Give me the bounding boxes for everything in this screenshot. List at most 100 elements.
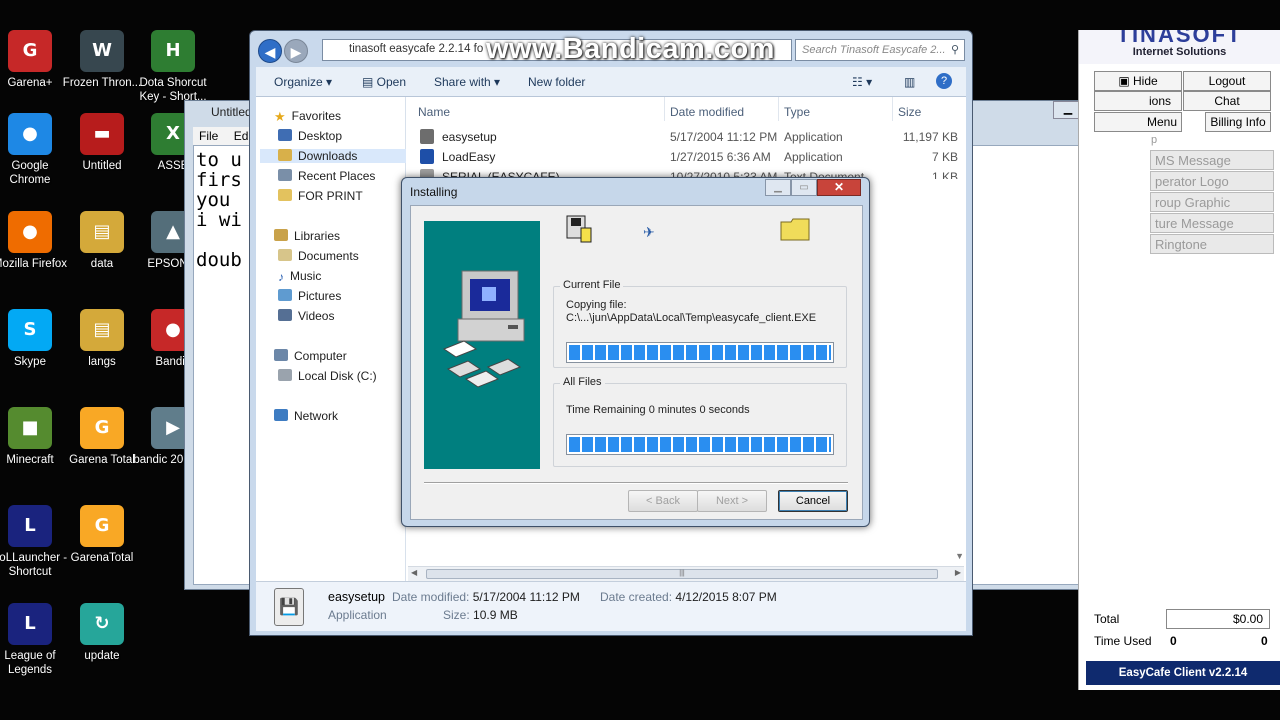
- group-graphic-button[interactable]: roup Graphic: [1150, 192, 1274, 212]
- copying-path: C:\...\jun\AppData\Local\Temp\easycafe_c…: [566, 312, 817, 324]
- desktop-icon-label: data: [90, 258, 114, 270]
- desktop-icon[interactable]: ▬ Untitled: [62, 113, 142, 173]
- desktop-icon-label: Minecraft: [6, 454, 54, 466]
- search-input[interactable]: Search Tinasoft Easycafe 2... ⚲: [795, 39, 965, 61]
- sms-message-button[interactable]: MS Message: [1150, 150, 1274, 170]
- folder-icon: [278, 149, 292, 161]
- sidebar-item-pictures[interactable]: Pictures: [278, 289, 341, 303]
- column-divider[interactable]: [664, 97, 665, 121]
- operator-logo-button[interactable]: perator Logo: [1150, 171, 1274, 191]
- maximize-button[interactable]: ▭: [791, 179, 817, 196]
- options-button[interactable]: ions: [1094, 91, 1182, 111]
- menu-file[interactable]: File: [193, 127, 224, 145]
- column-header-name[interactable]: Name: [418, 105, 450, 119]
- file-row[interactable]: easysetup 5/17/2004 11:12 PM Application 11…: [406, 127, 966, 147]
- help-icon[interactable]: ?: [936, 73, 952, 89]
- scrollbar-thumb[interactable]: |||: [426, 569, 938, 579]
- music-icon: ♪: [278, 270, 284, 284]
- desktop-icon[interactable]: ● Google Chrome: [0, 113, 70, 187]
- forward-arrow-icon[interactable]: ▶: [284, 39, 308, 63]
- installing-dialog[interactable]: Installing ▁ ▭ ✕ ✈ Current File Copying …: [401, 177, 870, 527]
- column-header-type[interactable]: Type: [784, 105, 810, 119]
- search-icon: ⚲: [950, 44, 959, 56]
- desktop-icon[interactable]: G Garena Total: [62, 407, 142, 467]
- details-kind: Application: [328, 608, 387, 622]
- desktop-icon-label: LoLLauncher - Shortcut: [0, 552, 68, 578]
- app-shortcut-icon: ■: [8, 407, 52, 449]
- library-icon: [274, 229, 288, 241]
- view-options-icon[interactable]: ☷ ▾: [852, 75, 872, 89]
- column-header-date[interactable]: Date modified: [670, 105, 744, 119]
- section-header: p: [1151, 134, 1158, 146]
- star-icon: ★: [274, 109, 286, 124]
- sidebar-item-network[interactable]: Network: [274, 409, 338, 423]
- column-header-size[interactable]: Size: [898, 105, 921, 119]
- hide-button[interactable]: ▣ Hide: [1094, 71, 1182, 91]
- command-bar: Organize ▾ ▤ Open Share with ▾ New folde…: [256, 67, 966, 97]
- cancel-button[interactable]: Cancel: [778, 490, 848, 512]
- app-shortcut-icon: S: [8, 309, 52, 351]
- desktop-icon[interactable]: ■ Minecraft: [0, 407, 70, 467]
- billing-info-button[interactable]: Billing Info: [1205, 112, 1271, 132]
- file-row[interactable]: LoadEasy 1/27/2015 6:36 AM Application 7 KB: [406, 147, 966, 167]
- window-icon: ▣: [1118, 74, 1133, 88]
- desktop-icon[interactable]: ↻ update: [62, 603, 142, 663]
- time-used-value-2: 0: [1261, 634, 1268, 648]
- menu-button[interactable]: Menu: [1094, 112, 1182, 132]
- nav-buttons: ◀ ▶: [258, 39, 310, 63]
- desktop-icon[interactable]: ▤ langs: [62, 309, 142, 369]
- column-divider[interactable]: [892, 97, 893, 121]
- scroll-down-arrow-icon[interactable]: ▼: [955, 551, 964, 561]
- chat-button[interactable]: Chat: [1183, 91, 1271, 111]
- desktop-icon[interactable]: ● Mozilla Firefox: [0, 211, 70, 271]
- back-arrow-icon[interactable]: ◀: [258, 39, 282, 63]
- sidebar-item-libraries[interactable]: Libraries: [274, 229, 340, 243]
- organize-button[interactable]: Organize ▾: [274, 75, 332, 89]
- app-shortcut-icon: ▤: [80, 211, 124, 253]
- new-folder-button[interactable]: New folder: [528, 75, 585, 89]
- minimize-button[interactable]: ▁: [765, 179, 791, 196]
- back-button[interactable]: < Back: [628, 490, 698, 512]
- desktop-icon[interactable]: W Frozen Thron...: [62, 30, 142, 90]
- desktop-icon-label: update: [84, 650, 120, 662]
- column-divider[interactable]: [778, 97, 779, 121]
- file-date: 1/27/2015 6:36 AM: [670, 150, 771, 164]
- desktop-icon[interactable]: ▤ data: [62, 211, 142, 271]
- desktop-icon[interactable]: H Dota Shorcut Key - Short...: [133, 30, 213, 104]
- scroll-right-arrow-icon[interactable]: ▶: [955, 568, 961, 577]
- desktop-icon[interactable]: G Garena+: [0, 30, 70, 90]
- file-type: Application: [784, 130, 843, 144]
- sidebar-item-videos[interactable]: Videos: [278, 309, 334, 323]
- picture-message-button[interactable]: ture Message: [1150, 213, 1274, 233]
- open-button[interactable]: ▤ Open: [362, 75, 406, 89]
- desktop-icon-label: Frozen Thron...: [62, 77, 142, 89]
- desktop-icon[interactable]: L LoLLauncher - Shortcut: [0, 505, 70, 579]
- desktop-icon-label: Garena Total: [69, 454, 135, 466]
- sidebar-item-favorites[interactable]: ★ Favorites: [274, 109, 341, 124]
- progress-fill: [569, 345, 831, 360]
- logout-button[interactable]: Logout: [1183, 71, 1271, 91]
- sidebar-item-local-disk[interactable]: Local Disk (C:): [278, 369, 377, 383]
- next-button[interactable]: Next >: [697, 490, 767, 512]
- sidebar-item-recent-places[interactable]: Recent Places: [278, 169, 375, 183]
- app-shortcut-icon: H: [151, 30, 195, 72]
- sidebar-item-computer[interactable]: Computer: [274, 349, 347, 363]
- folder-icon: [278, 189, 292, 201]
- desktop-icon-label: Garena+: [7, 77, 53, 89]
- sidebar-item-documents[interactable]: Documents: [278, 249, 359, 263]
- ringtone-button[interactable]: Ringtone: [1150, 234, 1274, 254]
- preview-pane-icon[interactable]: ▥: [904, 75, 915, 89]
- scroll-left-arrow-icon[interactable]: ◀: [411, 568, 417, 577]
- sidebar-item-for-print[interactable]: FOR PRINT: [278, 189, 363, 203]
- desktop-icon[interactable]: S Skype: [0, 309, 70, 369]
- sidebar-item-desktop[interactable]: Desktop: [278, 129, 342, 143]
- share-with-button[interactable]: Share with ▾: [434, 75, 500, 89]
- close-button[interactable]: ✕: [817, 179, 861, 196]
- sidebar-item-music[interactable]: ♪ Music: [278, 269, 321, 284]
- horizontal-scrollbar[interactable]: ◀ ||| ▶: [408, 566, 964, 581]
- file-size: 1 KB: [931, 170, 958, 179]
- file-size: 11,197 KB: [902, 130, 958, 144]
- sidebar-item-downloads[interactable]: Downloads: [260, 149, 406, 163]
- desktop-icon[interactable]: L League of Legends: [0, 603, 70, 677]
- desktop-icon[interactable]: G GarenaTotal: [62, 505, 142, 565]
